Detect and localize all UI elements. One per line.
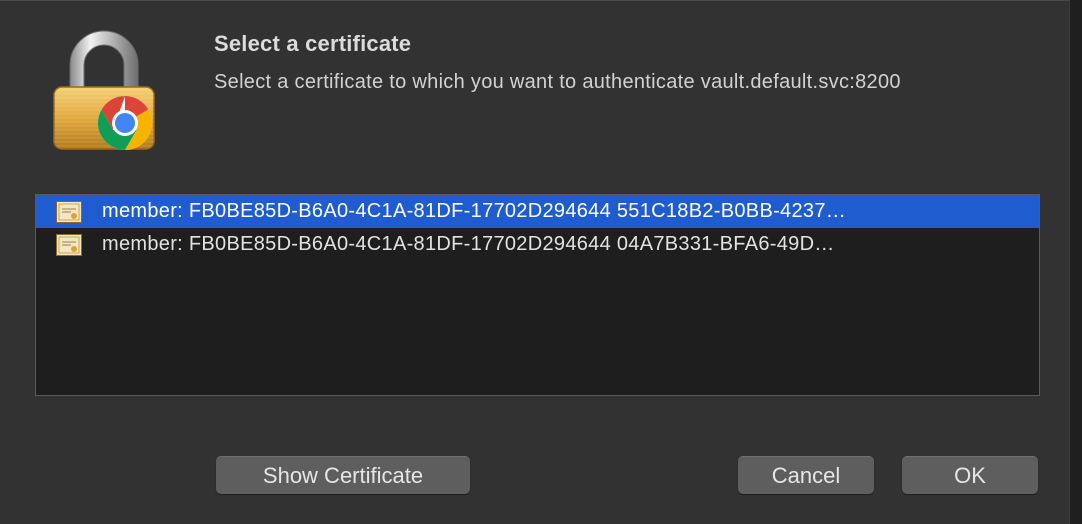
dialog-message: Select a certificate to which you want t… [214, 71, 901, 93]
certificate-dialog: Select a certificate Select a certificat… [0, 0, 1070, 524]
certificate-list[interactable]: member: FB0BE85D-B6A0-4C1A-81DF-17702D29… [35, 194, 1040, 396]
certificate-label: member: FB0BE85D-B6A0-4C1A-81DF-17702D29… [102, 233, 835, 255]
ok-button[interactable]: OK [902, 456, 1038, 494]
lock-with-chrome-badge-icon [53, 30, 155, 150]
certificate-label: member: FB0BE85D-B6A0-4C1A-81DF-17702D29… [102, 200, 847, 222]
cancel-button[interactable]: Cancel [738, 456, 874, 494]
background-edge [1070, 0, 1082, 524]
show-certificate-button[interactable]: Show Certificate [216, 456, 470, 494]
certificate-row-2[interactable]: member: FB0BE85D-B6A0-4C1A-81DF-17702D29… [36, 228, 1039, 261]
certificate-icon [56, 200, 82, 223]
dialog-title: Select a certificate [214, 31, 412, 56]
certificate-icon [56, 233, 82, 256]
certificate-row-1[interactable]: member: FB0BE85D-B6A0-4C1A-81DF-17702D29… [36, 195, 1039, 228]
